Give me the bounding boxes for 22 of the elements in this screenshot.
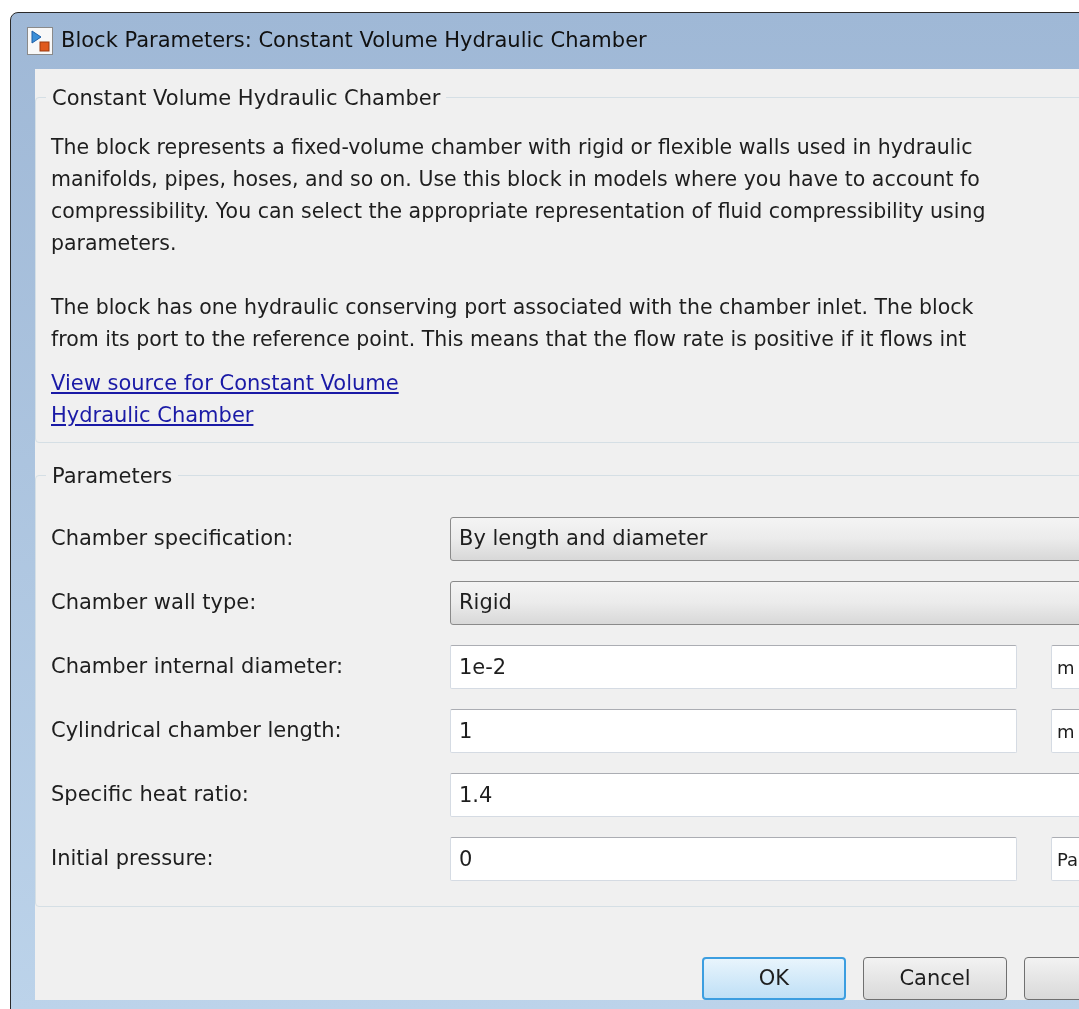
parameter-label: Cylindrical chamber length: [51, 717, 343, 745]
input-field[interactable]: 1.4 [450, 773, 1079, 817]
dropdown[interactable]: Rigid [450, 581, 1079, 625]
parameter-label: Chamber specification: [51, 525, 295, 553]
input-field[interactable]: 0 [450, 837, 1017, 881]
parameter-label: Specific heat ratio: [51, 781, 250, 809]
block-icon [27, 27, 53, 55]
unit-field[interactable]: m [1051, 709, 1079, 753]
window-title: Block Parameters: Constant Volume Hydraulic Chamber [61, 27, 647, 55]
parameter-label: Initial pressure: [51, 845, 215, 873]
input-field[interactable]: 1e-2 [450, 645, 1017, 689]
parameter-label: Chamber wall type: [51, 589, 258, 617]
dropdown[interactable]: By length and diameter [450, 517, 1079, 561]
dialog-button[interactable]: Cancel [863, 957, 1007, 1000]
unit-field[interactable]: m [1051, 645, 1079, 689]
unit-field[interactable]: Pa [1051, 837, 1079, 881]
parameter-label: Chamber internal diameter: [51, 653, 344, 681]
description-text: The block has one hydraulic conserving port associated with the chamber inlet. The block from its port to the reference point. This means that the flow rate is positive if it flows int [51, 294, 975, 353]
input-field[interactable]: 1 [450, 709, 1017, 753]
description-text: The block represents a fixed-volume chamber with rigid or flexible walls used in hydraulic manifolds, pipes, hoses, and so on. Use this block in models where you have to account fo compressibility. You can select the appropriate representation of fluid compressibility using parameters. [51, 134, 987, 257]
dialog-button[interactable]: OK [702, 957, 846, 1000]
view-source-link[interactable]: View source for Constant Volume Hydraulic Chamber [51, 367, 399, 431]
